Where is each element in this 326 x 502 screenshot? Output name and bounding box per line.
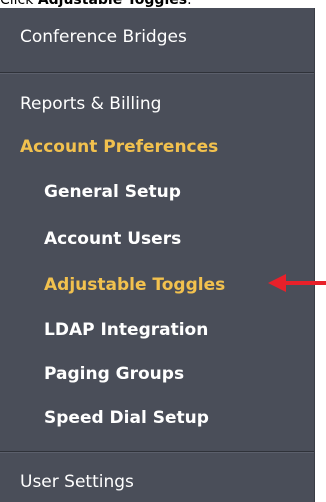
sidebar-item-label: Account Preferences <box>20 137 219 157</box>
sidebar-item-label: Reports & Billing <box>20 94 162 114</box>
sidebar-item-label: General Setup <box>44 182 181 202</box>
sidebar-item-label: Conference Bridges <box>20 27 187 47</box>
sidebar-item-label: Account Users <box>44 229 182 249</box>
arrow-left-icon <box>268 274 326 292</box>
sidebar-item-label: User Settings <box>20 472 134 492</box>
sidebar-item-label: Speed Dial Setup <box>44 408 209 428</box>
sidebar-menu: Conference Bridges Reports & Billing Acc… <box>0 8 315 502</box>
menu-divider-highlight <box>0 452 314 453</box>
caption-suffix: . <box>187 0 192 8</box>
menu-divider-highlight <box>0 73 314 74</box>
caption-target: Adjustable Toggles <box>37 0 188 8</box>
sidebar-item-label: Paging Groups <box>44 364 185 384</box>
sidebar-item-label: Adjustable Toggles <box>44 275 226 295</box>
sidebar-item-label: LDAP Integration <box>44 320 209 340</box>
caption-prefix: Click <box>0 0 38 8</box>
